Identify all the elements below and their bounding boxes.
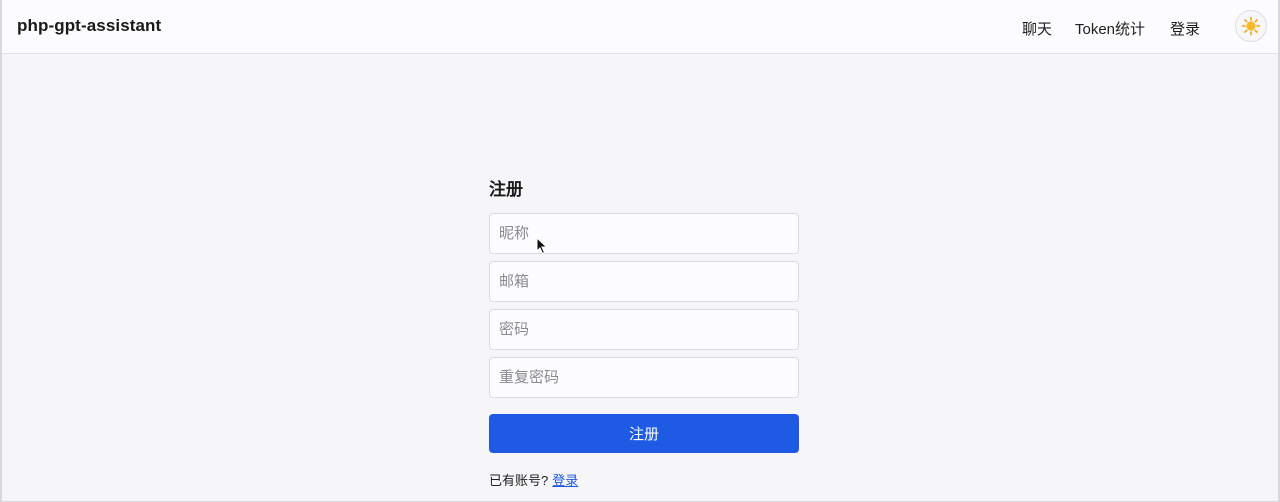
app-window: php-gpt-assistant 聊天 Token统计 登录 注册 昵称 邮箱… — [0, 0, 1280, 502]
theme-toggle-button[interactable] — [1235, 10, 1267, 42]
register-button[interactable]: 注册 — [489, 414, 799, 453]
has-account-text: 已有账号? — [489, 473, 549, 488]
nav-link-login[interactable]: 登录 — [1170, 18, 1200, 39]
password-input[interactable] — [489, 309, 799, 350]
sun-icon — [1241, 16, 1261, 36]
login-link[interactable]: 登录 — [552, 473, 578, 488]
nav-link-chat[interactable]: 聊天 — [1022, 18, 1052, 39]
confirm-password-input[interactable] — [489, 357, 799, 398]
brand-title[interactable]: php-gpt-assistant — [17, 16, 161, 36]
form-title: 注册 — [489, 180, 523, 199]
nav-link-token-stats[interactable]: Token统计 — [1075, 18, 1145, 39]
email-input[interactable] — [489, 261, 799, 302]
mouse-cursor-icon — [536, 237, 548, 255]
navbar: php-gpt-assistant 聊天 Token统计 登录 — [2, 0, 1278, 54]
login-prompt: 已有账号? 登录 — [489, 470, 578, 489]
